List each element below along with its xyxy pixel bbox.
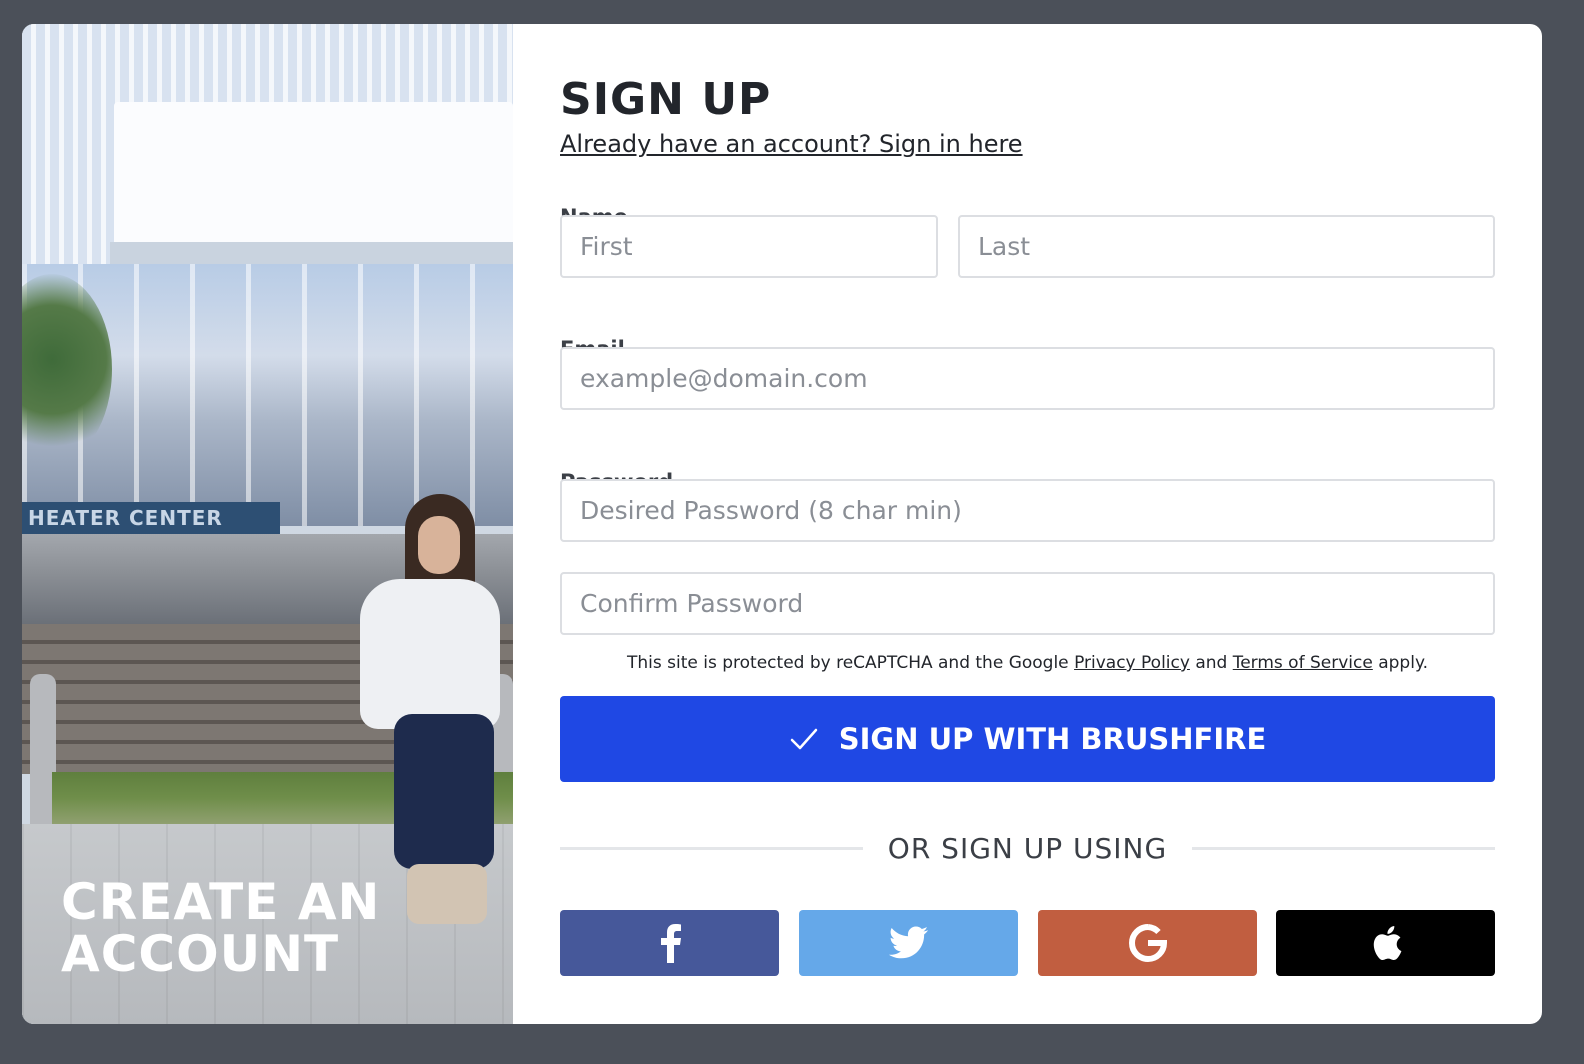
photo-sign-text: HEATER CENTER bbox=[28, 506, 223, 530]
signin-link[interactable]: Already have an account? Sign in here bbox=[560, 130, 1023, 158]
hero-title-line1: CREATE AN bbox=[61, 873, 381, 931]
page-title: SIGN UP bbox=[560, 74, 772, 125]
signup-button-label: SIGN UP WITH BRUSHFIRE bbox=[838, 722, 1267, 756]
photo-building-eave bbox=[110, 242, 513, 264]
recaptcha-suffix: apply. bbox=[1378, 653, 1428, 673]
privacy-policy-link[interactable]: Privacy Policy bbox=[1074, 653, 1190, 673]
photo-building-sign: HEATER CENTER bbox=[22, 502, 280, 534]
last-name-input[interactable] bbox=[958, 215, 1495, 278]
hero-title-line2: ACCOUNT bbox=[61, 925, 340, 983]
apple-signup-button[interactable] bbox=[1276, 910, 1495, 976]
or-divider: OR SIGN UP USING bbox=[560, 828, 1495, 868]
password-input[interactable] bbox=[560, 479, 1495, 542]
twitter-icon bbox=[888, 926, 928, 959]
hero-title: CREATE AN ACCOUNT bbox=[61, 876, 380, 980]
google-icon bbox=[1128, 924, 1167, 962]
photo-person-legs bbox=[394, 714, 494, 869]
photo-person-face bbox=[418, 516, 460, 574]
terms-of-service-link[interactable]: Terms of Service bbox=[1233, 653, 1373, 673]
first-name-input[interactable] bbox=[560, 215, 938, 278]
divider-text: OR SIGN UP USING bbox=[887, 832, 1168, 865]
google-signup-button[interactable] bbox=[1038, 910, 1257, 976]
hero-photo: HEATER CENTER CREATE AN ACCOUNT bbox=[22, 24, 513, 1024]
signup-modal: HEATER CENTER CREATE AN ACCOUNT SIGN UP … bbox=[22, 24, 1542, 1024]
recaptcha-and: and bbox=[1195, 653, 1228, 673]
recaptcha-notice: This site is protected by reCAPTCHA and … bbox=[560, 653, 1495, 673]
twitter-signup-button[interactable] bbox=[799, 910, 1018, 976]
photo-building-panel bbox=[114, 102, 513, 247]
recaptcha-prefix: This site is protected by reCAPTCHA and … bbox=[627, 653, 1069, 673]
apple-icon bbox=[1373, 926, 1401, 961]
facebook-icon bbox=[660, 924, 681, 963]
confirm-password-input[interactable] bbox=[560, 572, 1495, 635]
signup-button[interactable]: SIGN UP WITH BRUSHFIRE bbox=[560, 696, 1495, 782]
email-input[interactable] bbox=[560, 347, 1495, 410]
signup-form: SIGN UP Already have an account? Sign in… bbox=[560, 24, 1495, 1024]
photo-person-body bbox=[360, 579, 500, 729]
facebook-signup-button[interactable] bbox=[560, 910, 779, 976]
check-icon bbox=[790, 728, 817, 750]
photo-person-shoes bbox=[407, 864, 487, 924]
